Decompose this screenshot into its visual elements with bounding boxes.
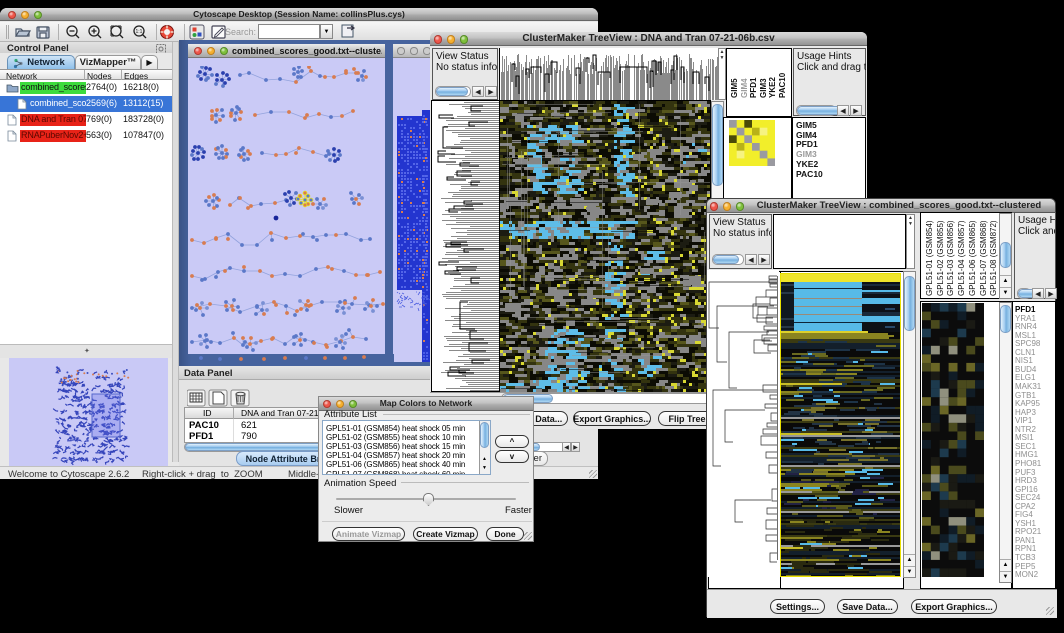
svg-text:1:1: 1:1 [136,29,143,35]
